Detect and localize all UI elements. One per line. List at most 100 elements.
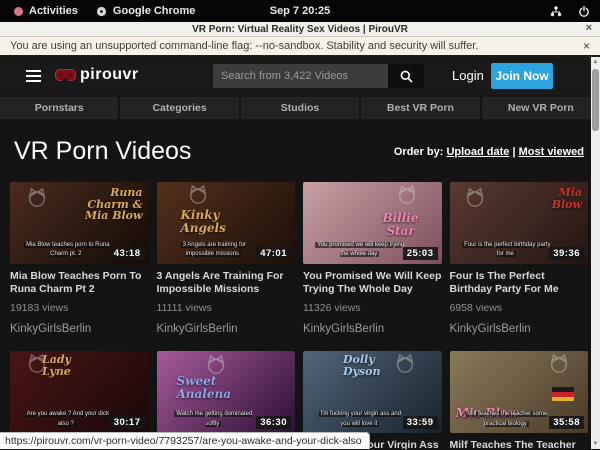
- video-views: 19183 views: [10, 302, 149, 314]
- scrollbar-up-icon[interactable]: ▲: [591, 59, 600, 65]
- active-app-button[interactable]: Google Chrome: [96, 5, 196, 17]
- search-icon: [400, 70, 413, 83]
- thumbnail-caption: 3 Angels are training for impossible mis…: [168, 241, 259, 260]
- video-thumbnail[interactable]: Kinky Angels 3 Angels are training for i…: [157, 182, 296, 264]
- nav-item-categories[interactable]: Categories: [120, 97, 238, 119]
- video-studio-link[interactable]: KinkyGirlsBerlin: [157, 323, 296, 335]
- browser-tab-bar: VR Porn: Virtual Reality Sex Videos | Pi…: [0, 22, 600, 37]
- order-separator: |: [512, 146, 515, 158]
- tab-title[interactable]: VR Porn: Virtual Reality Sex Videos | Pi…: [192, 24, 408, 35]
- system-top-bar: Activities Google Chrome Sep 7 20:25: [0, 0, 600, 22]
- video-thumbnail[interactable]: Runa Charm & Mia Blow Mia Blow teaches p…: [10, 182, 149, 264]
- studio-cat-logo-icon: [396, 185, 418, 205]
- warning-message: You are using an unsupported command-lin…: [10, 40, 478, 52]
- duration-badge: 35:58: [549, 416, 584, 429]
- nav-item-pornstars[interactable]: Pornstars: [0, 97, 118, 119]
- vr-goggles-icon: [55, 69, 76, 82]
- warning-close-icon[interactable]: ×: [583, 39, 590, 53]
- thumbnail-caption: Mia Blow teaches porn to Runa Charm pt. …: [21, 241, 112, 260]
- chrome-icon: [96, 6, 107, 17]
- search-button[interactable]: [388, 64, 424, 88]
- scrollbar-down-icon[interactable]: ▼: [591, 441, 600, 447]
- network-icon[interactable]: [550, 5, 562, 17]
- order-by-label: Order by:: [394, 146, 444, 158]
- video-card[interactable]: Mia Blow Four is the perfect birthday pa…: [450, 182, 589, 335]
- video-card[interactable]: Kinky Angels 3 Angels are training for i…: [157, 182, 296, 335]
- thumbnail-overlay-title: Dolly Dyson: [343, 354, 407, 377]
- activities-label: Activities: [29, 5, 78, 17]
- video-title[interactable]: Four Is The Perfect Birthday Party For M…: [450, 270, 589, 296]
- thumbnail-overlay-title: Lady Lyne: [42, 354, 88, 377]
- thumbnail-overlay-title: Sweet Analena: [177, 375, 247, 400]
- scrollbar-thumb[interactable]: [592, 69, 599, 131]
- thumbnail-caption: I'm fucking your virgin ass and you will…: [314, 410, 405, 429]
- order-link-upload-date[interactable]: Upload date: [446, 146, 509, 158]
- duration-badge: 30:17: [110, 416, 145, 429]
- video-thumbnail[interactable]: Dolly Dyson I'm fucking your virgin ass …: [303, 351, 442, 433]
- clock[interactable]: Sep 7 20:25: [270, 5, 331, 17]
- power-icon[interactable]: [578, 5, 590, 17]
- studio-cat-logo-icon: [464, 188, 486, 208]
- video-thumbnail[interactable]: Mia Blow Four is the perfect birthday pa…: [450, 182, 589, 264]
- duration-badge: 36:30: [256, 416, 291, 429]
- duration-badge: 47:01: [256, 247, 291, 260]
- order-by: Order by: Upload date | Most viewed: [394, 146, 584, 158]
- site-logo[interactable]: pirouvr: [55, 66, 139, 84]
- browser-viewport: pirouvr Login Join Now Pornstars Categor…: [0, 57, 600, 449]
- thumbnail-overlay-title: Kinky Angels: [181, 209, 241, 234]
- video-title[interactable]: Milf Teaches The Teacher Some Practical …: [450, 439, 589, 449]
- thumbnail-caption: Watch me getting dominated softly: [168, 410, 259, 429]
- video-studio-link[interactable]: KinkyGirlsBerlin: [10, 323, 149, 335]
- activities-button[interactable]: Activities: [14, 5, 78, 17]
- scrollbar[interactable]: ▲ ▼: [591, 57, 600, 449]
- video-thumbnail[interactable]: Sweet Analena Watch me getting dominated…: [157, 351, 296, 433]
- video-title[interactable]: 3 Angels Are Training For Impossible Mis…: [157, 270, 296, 296]
- video-studio-link[interactable]: KinkyGirlsBerlin: [450, 323, 589, 335]
- thumbnail-caption: Are you awake ? And your dick also ?: [21, 410, 112, 429]
- thumbnail-overlay-title: Mia Blow: [526, 187, 582, 210]
- menu-icon[interactable]: [26, 70, 41, 85]
- tab-close-icon[interactable]: ×: [586, 22, 592, 34]
- video-card[interactable]: Runa Charm & Mia Blow Mia Blow teaches p…: [10, 182, 149, 335]
- video-title[interactable]: Mia Blow Teaches Porn To Runa Charm Pt 2: [10, 270, 149, 296]
- search-input[interactable]: [213, 64, 388, 88]
- video-studio-link[interactable]: KinkyGirlsBerlin: [303, 323, 442, 335]
- thumbnail-caption: Four is the perfect birthday party for m…: [461, 241, 552, 260]
- distro-icon: [14, 7, 23, 16]
- german-flag-icon: [552, 387, 574, 401]
- duration-badge: 33:59: [403, 416, 438, 429]
- video-title[interactable]: You Promised We Will Keep Trying The Who…: [303, 270, 442, 296]
- duration-badge: 43:18: [110, 247, 145, 260]
- video-card[interactable]: Mia Blow Milf teaches the teacher some p…: [450, 351, 589, 449]
- video-views: 11326 views: [303, 302, 442, 314]
- video-card[interactable]: Billie Star You promised we will keep tr…: [303, 182, 442, 335]
- sandbox-warning-bar: You are using an unsupported command-lin…: [0, 37, 600, 57]
- studio-cat-logo-icon: [187, 185, 209, 205]
- site-header: pirouvr Login Join Now: [0, 57, 600, 95]
- nav-item-new-vr[interactable]: New VR Porn: [482, 97, 600, 119]
- thumbnail-caption: Milf teaches the teacher some practical …: [461, 410, 552, 429]
- studio-cat-logo-icon: [205, 355, 227, 375]
- nav-item-best-vr[interactable]: Best VR Porn: [361, 97, 479, 119]
- logo-text: pirouvr: [80, 66, 139, 84]
- thumbnail-overlay-title: Billie Star: [372, 212, 430, 237]
- video-thumbnail[interactable]: Mia Blow Milf teaches the teacher some p…: [450, 351, 589, 433]
- join-now-button[interactable]: Join Now: [491, 63, 553, 89]
- thumbnail-overlay-title: Runa Charm & Mia Blow: [73, 187, 143, 222]
- video-grid: Runa Charm & Mia Blow Mia Blow teaches p…: [0, 182, 600, 449]
- video-views: 11111 views: [157, 302, 296, 314]
- page-title: VR Porn Videos: [14, 137, 191, 166]
- login-link[interactable]: Login: [452, 68, 484, 83]
- studio-cat-logo-icon: [26, 188, 48, 208]
- video-thumbnail[interactable]: Billie Star You promised we will keep tr…: [303, 182, 442, 264]
- order-link-most-viewed[interactable]: Most viewed: [519, 146, 584, 158]
- status-bar-url: https://pirouvr.com/vr-porn-video/779325…: [0, 432, 370, 449]
- active-app-label: Google Chrome: [113, 5, 196, 17]
- studio-cat-logo-icon: [548, 354, 570, 374]
- nav-item-studios[interactable]: Studios: [241, 97, 359, 119]
- video-views: 6958 views: [450, 302, 589, 314]
- video-thumbnail[interactable]: Lady Lyne Are you awake ? And your dick …: [10, 351, 149, 433]
- duration-badge: 25:03: [403, 247, 438, 260]
- duration-badge: 39:36: [549, 247, 584, 260]
- thumbnail-caption: You promised we will keep trying the who…: [314, 241, 405, 260]
